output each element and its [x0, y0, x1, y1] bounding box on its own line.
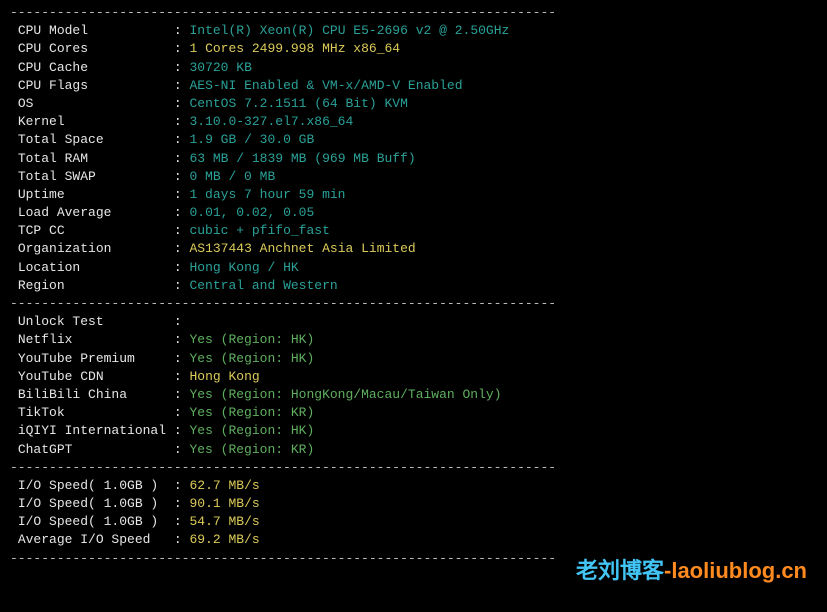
value-total-swap: 0 MB / 0 MB	[189, 169, 275, 184]
label-netflix: Netflix	[10, 332, 174, 347]
value-youtube-cdn: Hong Kong	[189, 369, 259, 384]
row-iqiyi: iQIYI International : Yes (Region: HK)	[10, 422, 817, 440]
label-io1: I/O Speed( 1.0GB )	[10, 478, 174, 493]
label-cpu-model: CPU Model	[10, 23, 174, 38]
label-youtube-premium: YouTube Premium	[10, 351, 174, 366]
value-location: Hong Kong / HK	[189, 260, 298, 275]
label-cpu-cache: CPU Cache	[10, 60, 174, 75]
label-io3: I/O Speed( 1.0GB )	[10, 514, 174, 529]
label-chatgpt: ChatGPT	[10, 442, 174, 457]
label-cpu-cores: CPU Cores	[10, 41, 174, 56]
value-cpu-flags: AES-NI Enabled & VM-x/AMD-V Enabled	[189, 78, 462, 93]
row-cpu-model: CPU Model : Intel(R) Xeon(R) CPU E5-2696…	[10, 22, 817, 40]
value-cpu-model: Intel(R) Xeon(R) CPU E5-2696 v2 @ 2.50GH…	[189, 23, 509, 38]
divider-bottom: ----------------------------------------…	[10, 550, 817, 568]
row-youtube-cdn: YouTube CDN : Hong Kong	[10, 368, 817, 386]
label-organization: Organization	[10, 241, 174, 256]
divider-unlock: ----------------------------------------…	[10, 295, 817, 313]
label-cpu-flags: CPU Flags	[10, 78, 174, 93]
label-region: Region	[10, 278, 174, 293]
label-tiktok: TikTok	[10, 405, 174, 420]
row-kernel: Kernel : 3.10.0-327.el7.x86_64	[10, 113, 817, 131]
label-io-avg: Average I/O Speed	[10, 532, 174, 547]
row-organization: Organization : AS137443 Anchnet Asia Lim…	[10, 240, 817, 258]
value-load-avg: 0.01, 0.02, 0.05	[189, 205, 314, 220]
value-cpu-cores: 1 Cores 2499.998 MHz x86_64	[189, 41, 400, 56]
value-total-space: 1.9 GB / 30.0 GB	[189, 132, 314, 147]
label-io2: I/O Speed( 1.0GB )	[10, 496, 174, 511]
row-io2: I/O Speed( 1.0GB ) : 90.1 MB/s	[10, 495, 817, 513]
row-bilibili: BiliBili China : Yes (Region: HongKong/M…	[10, 386, 817, 404]
label-uptime: Uptime	[10, 187, 174, 202]
value-uptime: 1 days 7 hour 59 min	[189, 187, 345, 202]
label-bilibili: BiliBili China	[10, 387, 174, 402]
label-total-space: Total Space	[10, 132, 174, 147]
value-tiktok: Yes (Region: KR)	[189, 405, 314, 420]
row-tcp-cc: TCP CC : cubic + pfifo_fast	[10, 222, 817, 240]
label-kernel: Kernel	[10, 114, 174, 129]
row-io3: I/O Speed( 1.0GB ) : 54.7 MB/s	[10, 513, 817, 531]
row-io1: I/O Speed( 1.0GB ) : 62.7 MB/s	[10, 477, 817, 495]
value-bilibili: Yes (Region: HongKong/Macau/Taiwan Only)	[189, 387, 501, 402]
value-io1: 62.7 MB/s	[189, 478, 259, 493]
row-total-space: Total Space : 1.9 GB / 30.0 GB	[10, 131, 817, 149]
value-io3: 54.7 MB/s	[189, 514, 259, 529]
row-load-avg: Load Average : 0.01, 0.02, 0.05	[10, 204, 817, 222]
unlock-header: Unlock Test	[10, 314, 174, 329]
label-tcp-cc: TCP CC	[10, 223, 174, 238]
row-netflix: Netflix : Yes (Region: HK)	[10, 331, 817, 349]
value-region: Central and Western	[189, 278, 337, 293]
value-io-avg: 69.2 MB/s	[189, 532, 259, 547]
label-total-swap: Total SWAP	[10, 169, 174, 184]
label-youtube-cdn: YouTube CDN	[10, 369, 174, 384]
label-load-avg: Load Average	[10, 205, 174, 220]
label-iqiyi: iQIYI International	[10, 423, 174, 438]
row-cpu-flags: CPU Flags : AES-NI Enabled & VM-x/AMD-V …	[10, 77, 817, 95]
row-uptime: Uptime : 1 days 7 hour 59 min	[10, 186, 817, 204]
value-netflix: Yes (Region: HK)	[189, 332, 314, 347]
row-unlock-header: Unlock Test :	[10, 313, 817, 331]
row-total-swap: Total SWAP : 0 MB / 0 MB	[10, 168, 817, 186]
row-location: Location : Hong Kong / HK	[10, 259, 817, 277]
value-os: CentOS 7.2.1511 (64 Bit) KVM	[189, 96, 407, 111]
label-os: OS	[10, 96, 174, 111]
row-cpu-cache: CPU Cache : 30720 KB	[10, 59, 817, 77]
value-total-ram: 63 MB / 1839 MB (969 MB Buff)	[189, 151, 415, 166]
value-tcp-cc: cubic + pfifo_fast	[189, 223, 329, 238]
row-io-avg: Average I/O Speed : 69.2 MB/s	[10, 531, 817, 549]
value-chatgpt: Yes (Region: KR)	[189, 442, 314, 457]
value-cpu-cache: 30720 KB	[189, 60, 251, 75]
label-total-ram: Total RAM	[10, 151, 174, 166]
row-total-ram: Total RAM : 63 MB / 1839 MB (969 MB Buff…	[10, 150, 817, 168]
value-youtube-premium: Yes (Region: HK)	[189, 351, 314, 366]
divider-io: ----------------------------------------…	[10, 459, 817, 477]
value-organization: AS137443 Anchnet Asia Limited	[189, 241, 415, 256]
row-youtube-premium: YouTube Premium : Yes (Region: HK)	[10, 350, 817, 368]
value-kernel: 3.10.0-327.el7.x86_64	[189, 114, 353, 129]
row-chatgpt: ChatGPT : Yes (Region: KR)	[10, 441, 817, 459]
row-tiktok: TikTok : Yes (Region: KR)	[10, 404, 817, 422]
value-io2: 90.1 MB/s	[189, 496, 259, 511]
row-region: Region : Central and Western	[10, 277, 817, 295]
row-os: OS : CentOS 7.2.1511 (64 Bit) KVM	[10, 95, 817, 113]
row-cpu-cores: CPU Cores : 1 Cores 2499.998 MHz x86_64	[10, 40, 817, 58]
value-iqiyi: Yes (Region: HK)	[189, 423, 314, 438]
divider-top: ----------------------------------------…	[10, 4, 817, 22]
label-location: Location	[10, 260, 174, 275]
